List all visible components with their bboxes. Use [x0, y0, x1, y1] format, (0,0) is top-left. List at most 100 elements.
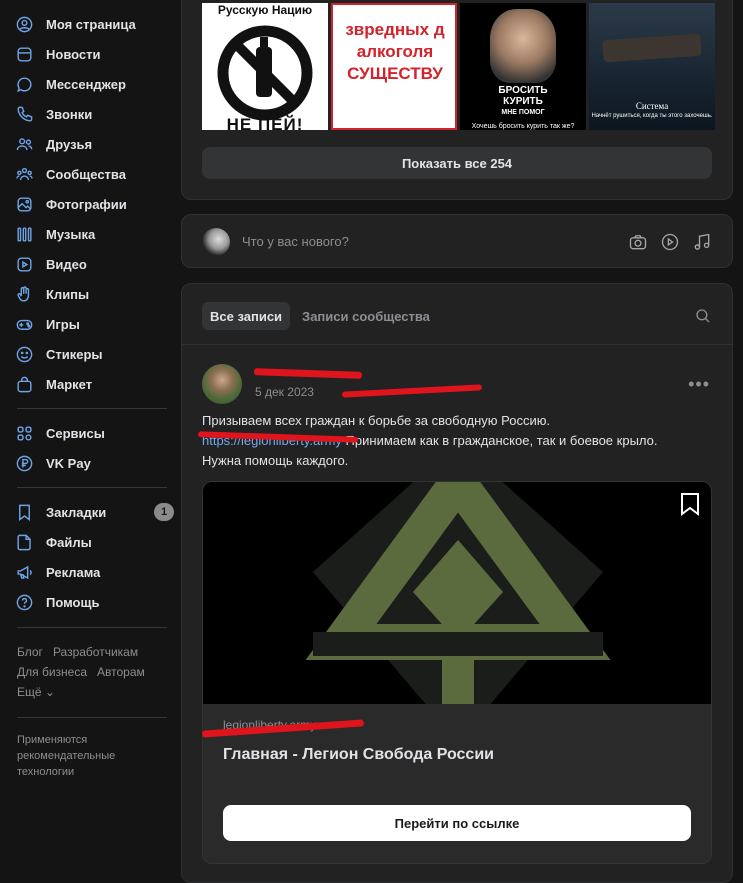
footer-link-authors[interactable]: Авторам: [97, 665, 145, 679]
no-alcohol-sign-icon: [217, 25, 313, 121]
photo-caption: НЕ ПЕЙ!: [226, 115, 304, 130]
sidebar-item-label: Клипы: [46, 286, 90, 302]
post-date[interactable]: 5 дек 2023: [255, 385, 314, 399]
sidebar-item-clips[interactable]: Клипы: [14, 279, 174, 309]
sidebar-item-label: Закладки: [46, 504, 107, 520]
legion-emblem-icon: [305, 482, 611, 742]
user-circle-icon: [14, 14, 34, 34]
ruble-icon: [14, 453, 34, 473]
sidebar-divider: [17, 627, 167, 628]
wall-divider: [182, 344, 732, 345]
sidebar-item-shopping-bag[interactable]: Маркет: [14, 369, 174, 399]
megaphone-icon: [14, 562, 34, 582]
sidebar-item-label: Моя страница: [46, 16, 136, 32]
grid-icon: [14, 423, 34, 443]
sidebar-item-music[interactable]: Музыка: [14, 219, 174, 249]
music-note-icon[interactable]: [692, 232, 712, 252]
open-link-button[interactable]: Перейти по ссылке: [223, 805, 691, 841]
bookmark-icon: [14, 502, 34, 522]
phone-icon: [14, 104, 34, 124]
post-author-avatar[interactable]: [202, 364, 242, 404]
photo-thumbnail[interactable]: БРОСИТЬ КУРИТЬ МНЕ ПОМОГ Хочешь бросить …: [460, 3, 586, 130]
sidebar-divider: [17, 408, 167, 409]
sidebar-item-grid[interactable]: Сервисы: [14, 418, 174, 448]
sidebar-item-label: Звонки: [46, 106, 93, 122]
sidebar-item-file[interactable]: Файлы: [14, 527, 174, 557]
sidebar-item-label: Видео: [46, 256, 87, 272]
sidebar-item-label: Сервисы: [46, 425, 105, 441]
photo-caption: КУРИТЬ: [503, 96, 543, 107]
post-more-button[interactable]: •••: [688, 374, 710, 395]
sidebar-item-newspaper[interactable]: Новости: [14, 39, 174, 69]
sidebar-item-communities[interactable]: Сообщества: [14, 159, 174, 189]
left-sidebar: Моя страница Новости Мессенджер Звонки Друзь…: [0, 0, 180, 867]
show-all-photos-button[interactable]: Показать все 254: [202, 147, 712, 179]
bookmark-icon[interactable]: [679, 492, 701, 516]
wrench-image: [602, 33, 702, 63]
post-text-line: Нужна помощь каждого.: [202, 453, 349, 468]
sidebar-item-label: Файлы: [46, 534, 92, 550]
sidebar-item-label: Реклама: [46, 564, 101, 580]
new-post-input[interactable]: Что у вас нового?: [242, 234, 349, 249]
sidebar-item-label: Фотографии: [46, 196, 127, 212]
sidebar-item-label: Помощь: [46, 594, 100, 610]
link-attachment[interactable]: legionliberty.army Главная - Легион Своб…: [202, 481, 712, 864]
smile-icon: [14, 344, 34, 364]
sidebar-item-video[interactable]: Видео: [14, 249, 174, 279]
communities-icon: [14, 164, 34, 184]
footer-link-more[interactable]: Ещё ⌄: [17, 685, 55, 699]
sidebar-item-photo[interactable]: Фотографии: [14, 189, 174, 219]
redaction-mark: [341, 384, 483, 398]
tab-all-posts[interactable]: Все записи: [202, 302, 291, 330]
sidebar-item-help[interactable]: Помощь: [14, 587, 174, 617]
help-icon: [14, 592, 34, 612]
sidebar-item-gamepad[interactable]: Игры: [14, 309, 174, 339]
sidebar-item-ruble[interactable]: VK Pay: [14, 448, 174, 478]
bookmarks-count-badge: 1: [154, 503, 174, 521]
tab-community-posts[interactable]: Записи сообщества: [294, 302, 438, 330]
link-title[interactable]: Главная - Легион Свобода России: [223, 746, 494, 764]
friends-icon: [14, 134, 34, 154]
sidebar-item-label: Игры: [46, 316, 80, 332]
sidebar-item-label: Друзья: [46, 136, 93, 152]
post-text-line: Принимаем как в гражданское, так и боево…: [341, 433, 658, 448]
sidebar-item-label: Новости: [46, 46, 101, 62]
photo-thumbnail[interactable]: Русскую Нацию НЕ ПЕЙ!: [202, 3, 328, 130]
search-icon[interactable]: [694, 307, 712, 325]
sidebar-item-bookmark[interactable]: Закладки 1: [14, 497, 174, 527]
avatar[interactable]: [202, 228, 230, 256]
recommendation-note[interactable]: Применяются рекомендательные технологии: [17, 732, 167, 780]
footer-link-business[interactable]: Для бизнеса: [17, 665, 87, 679]
sidebar-item-label: Музыка: [46, 226, 96, 242]
photo-thumbnail[interactable]: звредных д алкоголя СУЩЕСТВУ: [331, 3, 457, 130]
shopping-bag-icon: [14, 374, 34, 394]
footer-link-developers[interactable]: Разработчикам: [53, 645, 138, 659]
video-play-icon[interactable]: [660, 232, 680, 252]
footer-link-blog[interactable]: Блог: [17, 645, 43, 659]
sidebar-item-phone[interactable]: Звонки: [14, 99, 174, 129]
photo-caption: СУЩЕСТВУ: [347, 64, 443, 83]
photo-thumbnail[interactable]: Система Начнёт рушиться, когда ты этого …: [589, 3, 715, 130]
clips-icon: [14, 284, 34, 304]
sidebar-item-user-circle[interactable]: Моя страница: [14, 9, 174, 39]
sidebar-item-label: Мессенджер: [46, 76, 126, 92]
sidebar-item-friends[interactable]: Друзья: [14, 129, 174, 159]
file-icon: [14, 532, 34, 552]
link-preview-image[interactable]: [203, 482, 711, 742]
photo-caption: МНЕ ПОМОГ: [501, 109, 545, 116]
sidebar-item-chat-bubble[interactable]: Мессенджер: [14, 69, 174, 99]
photo-caption: Система: [635, 101, 669, 111]
footer-links: Блог Разработчикам Для бизнеса Авторам Ещё…: [17, 642, 177, 702]
photos-block: Русскую Нацию НЕ ПЕЙ! звредных д алкогол…: [181, 0, 733, 200]
photo-icon: [14, 194, 34, 214]
photo-caption: Начнёт рушиться, когда ты этого захочешь…: [591, 113, 713, 119]
photo-caption: алкоголя: [356, 42, 434, 61]
sidebar-divider: [17, 717, 167, 718]
sidebar-item-megaphone[interactable]: Реклама: [14, 557, 174, 587]
sidebar-item-smile[interactable]: Стикеры: [14, 339, 174, 369]
photo-caption: звредных д: [345, 20, 445, 39]
camera-icon[interactable]: [628, 232, 648, 252]
redaction-mark: [253, 368, 363, 379]
photo-caption: БРОСИТЬ: [498, 85, 548, 96]
gamepad-icon: [14, 314, 34, 334]
